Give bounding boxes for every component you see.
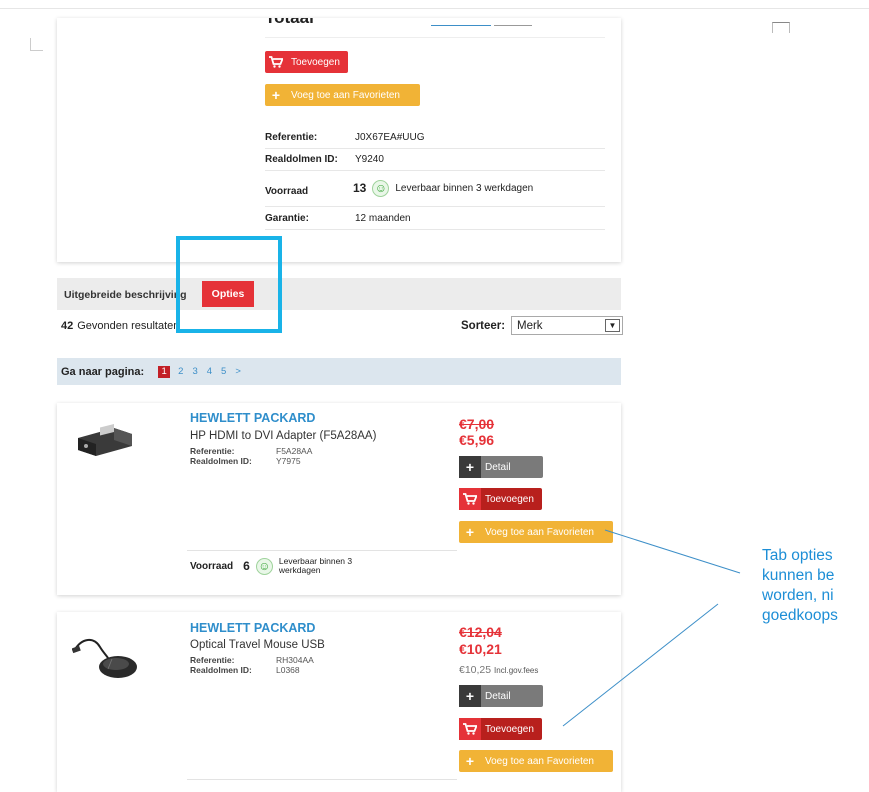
callout-lines [562, 529, 741, 727]
callout-line-4: goedkoops [762, 607, 838, 624]
callout-line [562, 603, 719, 727]
callout-line-3: worden, ni [762, 587, 834, 604]
callout-text: Tab opties kunnen be worden, ni goedkoop… [762, 546, 869, 626]
callout-line-2: kunnen be [762, 567, 835, 584]
callout-line-1: Tab opties [762, 547, 833, 564]
callout-line [604, 529, 741, 574]
